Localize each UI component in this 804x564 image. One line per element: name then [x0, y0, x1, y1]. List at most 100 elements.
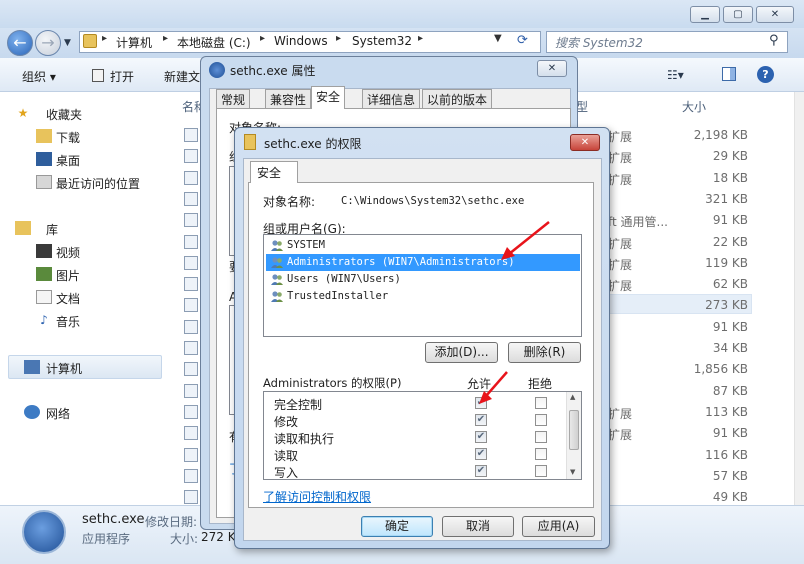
deny-checkbox[interactable] [535, 414, 547, 426]
network-icon [24, 405, 40, 419]
search-icon[interactable]: ⚲ [769, 33, 779, 48]
nav-documents[interactable]: 文档 [56, 290, 80, 307]
tab-compatibility[interactable]: 兼容性 [265, 89, 312, 108]
nav-music[interactable]: 音乐 [56, 313, 80, 330]
help-icon[interactable]: ? [757, 66, 774, 83]
nav-desktop[interactable]: 桌面 [56, 152, 80, 169]
column-header-size[interactable]: 大小 [682, 98, 706, 115]
file-size-cell: 273 KB [705, 298, 748, 312]
libraries-icon [15, 221, 31, 235]
breadcrumb-system32[interactable]: System32 [352, 34, 412, 48]
maximize-button[interactable]: ▢ [723, 6, 753, 23]
tab-details[interactable]: 详细信息 [362, 89, 421, 108]
address-dropdown-icon[interactable]: ▼ [494, 33, 502, 44]
view-options-icon[interactable]: ☷▾ [667, 68, 684, 82]
file-size-cell: 2,198 KB [693, 128, 748, 142]
nav-downloads[interactable]: 下载 [56, 129, 80, 146]
breadcrumb-windows[interactable]: Windows [274, 34, 328, 48]
tab-previous-versions[interactable]: 以前的版本 [422, 89, 493, 108]
close-window-button[interactable]: ✕ [756, 6, 794, 23]
navigation-pane [0, 92, 170, 505]
deny-checkbox[interactable] [535, 397, 547, 409]
permissions-title: sethc.exe 的权限 [264, 137, 362, 151]
recent-pages-chevron-icon[interactable]: ▼ [64, 38, 71, 48]
breadcrumb-computer[interactable]: 计算机 [116, 34, 152, 51]
back-button[interactable]: ← [7, 30, 33, 56]
properties-close-button[interactable]: ✕ [537, 60, 567, 77]
group-row-trustedinstaller[interactable]: TrustedInstaller [266, 288, 580, 305]
minimize-button[interactable]: ▁ [690, 6, 720, 23]
permission-list-scrollbar[interactable]: ▲ ▼ [566, 392, 581, 479]
properties-title: sethc.exe 属性 [230, 64, 316, 78]
deny-checkbox[interactable] [535, 448, 547, 460]
file-size-cell: 1,856 KB [693, 362, 748, 376]
learn-access-control-link[interactable]: 了解访问控制和权限 [263, 488, 371, 505]
file-size-cell: 113 KB [705, 405, 748, 419]
allow-checkbox[interactable]: ✔ [475, 465, 487, 477]
apply-button[interactable]: 应用(A) [522, 516, 595, 537]
permissions-tab-security[interactable]: 安全 [250, 161, 298, 183]
new-folder-button[interactable]: 新建文 [164, 68, 200, 85]
desktop-icon [36, 152, 52, 166]
add-button[interactable]: 添加(D)... [425, 342, 498, 363]
preview-pane-icon[interactable] [722, 67, 736, 81]
nav-videos[interactable]: 视频 [56, 244, 80, 261]
tab-general[interactable]: 常规 [216, 89, 251, 108]
organize-menu[interactable]: 组织 ▾ [22, 68, 56, 85]
file-list-scrollbar[interactable] [794, 92, 804, 505]
breadcrumb-separator-icon[interactable]: ▸ [163, 33, 168, 44]
scroll-up-icon[interactable]: ▲ [570, 393, 575, 401]
deny-checkbox[interactable] [535, 431, 547, 443]
search-input[interactable]: 搜索 System32 ⚲ [546, 31, 788, 53]
breadcrumb-drive[interactable]: 本地磁盘 (C:) [177, 34, 251, 51]
details-size-value: 272 K [201, 530, 236, 544]
videos-icon [36, 244, 52, 258]
group-row-users[interactable]: Users (WIN7\Users) [266, 271, 580, 288]
file-type-cell: 扩展 [608, 279, 633, 293]
group-name: Users (WIN7\Users) [287, 273, 401, 285]
address-bar[interactable]: ▸ 计算机 ▸ 本地磁盘 (C:) ▸ Windows ▸ System32 ▸… [79, 31, 541, 53]
tab-security[interactable]: 安全 [311, 86, 346, 109]
nav-favorites[interactable]: 收藏夹 [46, 106, 82, 123]
file-icon [184, 469, 198, 483]
breadcrumb-separator-icon[interactable]: ▸ [260, 33, 265, 44]
deny-checkbox[interactable] [535, 465, 547, 477]
file-size-cell: 57 KB [712, 469, 748, 483]
ok-button[interactable]: 确定 [361, 516, 433, 537]
permissions-close-button[interactable]: ✕ [570, 134, 600, 151]
scroll-down-icon[interactable]: ▼ [570, 468, 575, 476]
file-icon [184, 426, 198, 440]
group-name: SYSTEM [287, 239, 325, 251]
nav-network[interactable]: 网络 [46, 405, 70, 422]
file-size-cell: 49 KB [712, 490, 748, 504]
nav-pictures[interactable]: 图片 [56, 267, 80, 284]
details-kind: 应用程序 [82, 532, 131, 546]
deny-column-label: 拒绝 [528, 377, 553, 391]
remove-button[interactable]: 删除(R) [508, 342, 581, 363]
nav-recent-places[interactable]: 最近访问的位置 [56, 175, 140, 192]
group-name: Administrators (WIN7\Administrators) [287, 256, 515, 268]
allow-checkbox[interactable]: ✔ [475, 414, 487, 426]
cancel-button[interactable]: 取消 [442, 516, 514, 537]
forward-button[interactable]: → [35, 30, 61, 56]
nav-computer[interactable]: 计算机 [46, 360, 82, 377]
breadcrumb-separator-icon[interactable]: ▸ [336, 33, 341, 44]
breadcrumb-separator-icon[interactable]: ▸ [102, 33, 107, 44]
allow-checkbox[interactable]: ✔ [475, 431, 487, 443]
file-icon [184, 149, 198, 163]
details-filename: sethc.exe [82, 512, 145, 527]
details-modified-label: 修改日期: [145, 515, 198, 529]
scroll-thumb[interactable] [569, 410, 579, 450]
file-size-cell: 321 KB [705, 192, 748, 206]
breadcrumb-separator-icon[interactable]: ▸ [418, 33, 423, 44]
nav-libraries[interactable]: 库 [46, 221, 58, 238]
users-icon [270, 290, 284, 303]
permission-name: 修改 [274, 415, 299, 429]
file-type-cell: 扩展 [608, 258, 633, 272]
open-button[interactable]: 打开 [110, 68, 134, 85]
permission-row-full-control: 完全控制 ✔ [264, 395, 566, 412]
file-type-cell: ft 通用管... [608, 215, 668, 229]
refresh-icon[interactable]: ⟳ [517, 33, 528, 48]
allow-checkbox[interactable]: ✔ [475, 448, 487, 460]
file-icon [184, 362, 198, 376]
